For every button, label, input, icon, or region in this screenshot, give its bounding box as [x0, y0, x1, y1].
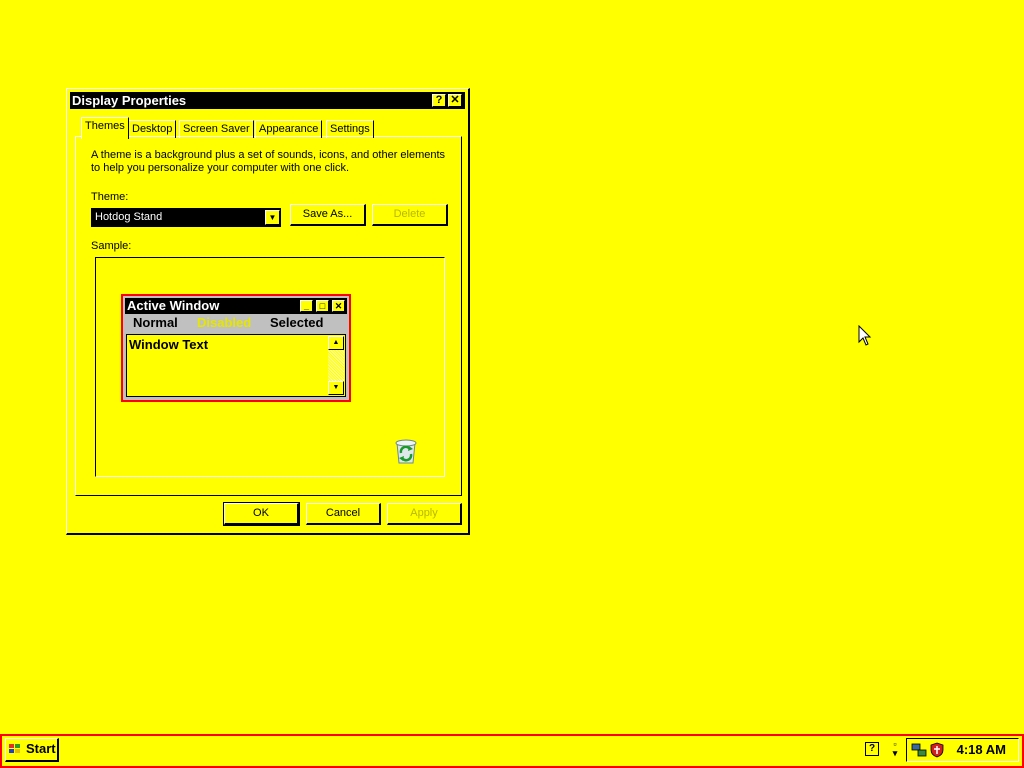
help-icon[interactable]: ? [865, 742, 879, 756]
dropdown-arrow-icon[interactable]: ▼ [265, 210, 280, 225]
scroll-up-icon: ▲ [328, 336, 344, 350]
dialog-titlebar[interactable]: Display Properties ? ✕ [70, 92, 465, 109]
start-label: Start [26, 741, 56, 756]
dialog-title: Display Properties [72, 93, 187, 108]
sample-window-text: Window Text [129, 337, 209, 352]
desktop: Display Properties ? ✕ A theme is a back… [0, 0, 1024, 768]
sample-menu-disabled: Disabled [197, 315, 252, 330]
sample-window-body: Window Text ▲ ▼ [126, 334, 346, 397]
sample-label: Sample: [91, 240, 132, 252]
save-as-button[interactable]: Save As... [290, 204, 366, 226]
close-icon: ✕ [450, 94, 460, 106]
display-properties-dialog: Display Properties ? ✕ A theme is a back… [66, 88, 470, 535]
apply-button[interactable]: Apply [387, 503, 462, 525]
tab-themes[interactable]: Themes [81, 117, 129, 139]
sample-title: Active Window [127, 298, 220, 313]
sample-preview: Active Window _ □ ✕ Normal Disabled Sele… [95, 257, 445, 477]
system-tray: 4:18 AM [906, 738, 1019, 762]
delete-button[interactable]: Delete [372, 204, 448, 226]
minimize-icon: _ [300, 300, 313, 312]
clock[interactable]: 4:18 AM [957, 742, 1006, 758]
sample-scrollbar: ▲ ▼ [328, 336, 344, 395]
tab-appearance[interactable]: Appearance [255, 120, 323, 138]
help-button[interactable]: ? [432, 94, 446, 107]
help-icon: ? [435, 94, 443, 106]
windows-flag-icon [9, 744, 20, 753]
sample-menu-selected: Selected [270, 315, 324, 330]
start-button[interactable]: Start [5, 738, 59, 762]
tab-desktop[interactable]: Desktop [128, 120, 177, 138]
sample-titlebar: Active Window _ □ ✕ [125, 298, 347, 314]
theme-select-value: Hotdog Stand [95, 211, 163, 223]
security-shield-icon[interactable] [929, 742, 945, 758]
sample-menu-normal: Normal [133, 315, 178, 330]
theme-select[interactable]: Hotdog Stand ▼ [91, 208, 281, 227]
ok-button[interactable]: OK [223, 502, 300, 526]
taskbar: Start ? ▫ ▾ 4:18 AM [0, 734, 1024, 768]
close-button[interactable]: ✕ [448, 94, 462, 107]
scroll-down-icon: ▼ [328, 381, 344, 395]
tab-screen-saver[interactable]: Screen Saver [179, 120, 254, 138]
recycle-bin-icon [395, 439, 417, 464]
theme-description: A theme is a background plus a set of so… [91, 149, 446, 174]
sample-active-window: Active Window _ □ ✕ Normal Disabled Sele… [121, 294, 351, 402]
network-connection-icon[interactable] [911, 742, 927, 758]
cancel-button[interactable]: Cancel [306, 503, 381, 525]
maximize-icon: □ [316, 300, 329, 312]
themes-tab-panel: A theme is a background plus a set of so… [75, 136, 462, 496]
close-icon: ✕ [332, 300, 345, 312]
sample-menu: Normal Disabled Selected [125, 314, 347, 332]
network-icon[interactable]: ▫ ▾ [889, 740, 901, 758]
theme-label: Theme: [91, 191, 129, 203]
tab-settings[interactable]: Settings [326, 120, 374, 138]
mouse-cursor-icon [858, 325, 872, 346]
